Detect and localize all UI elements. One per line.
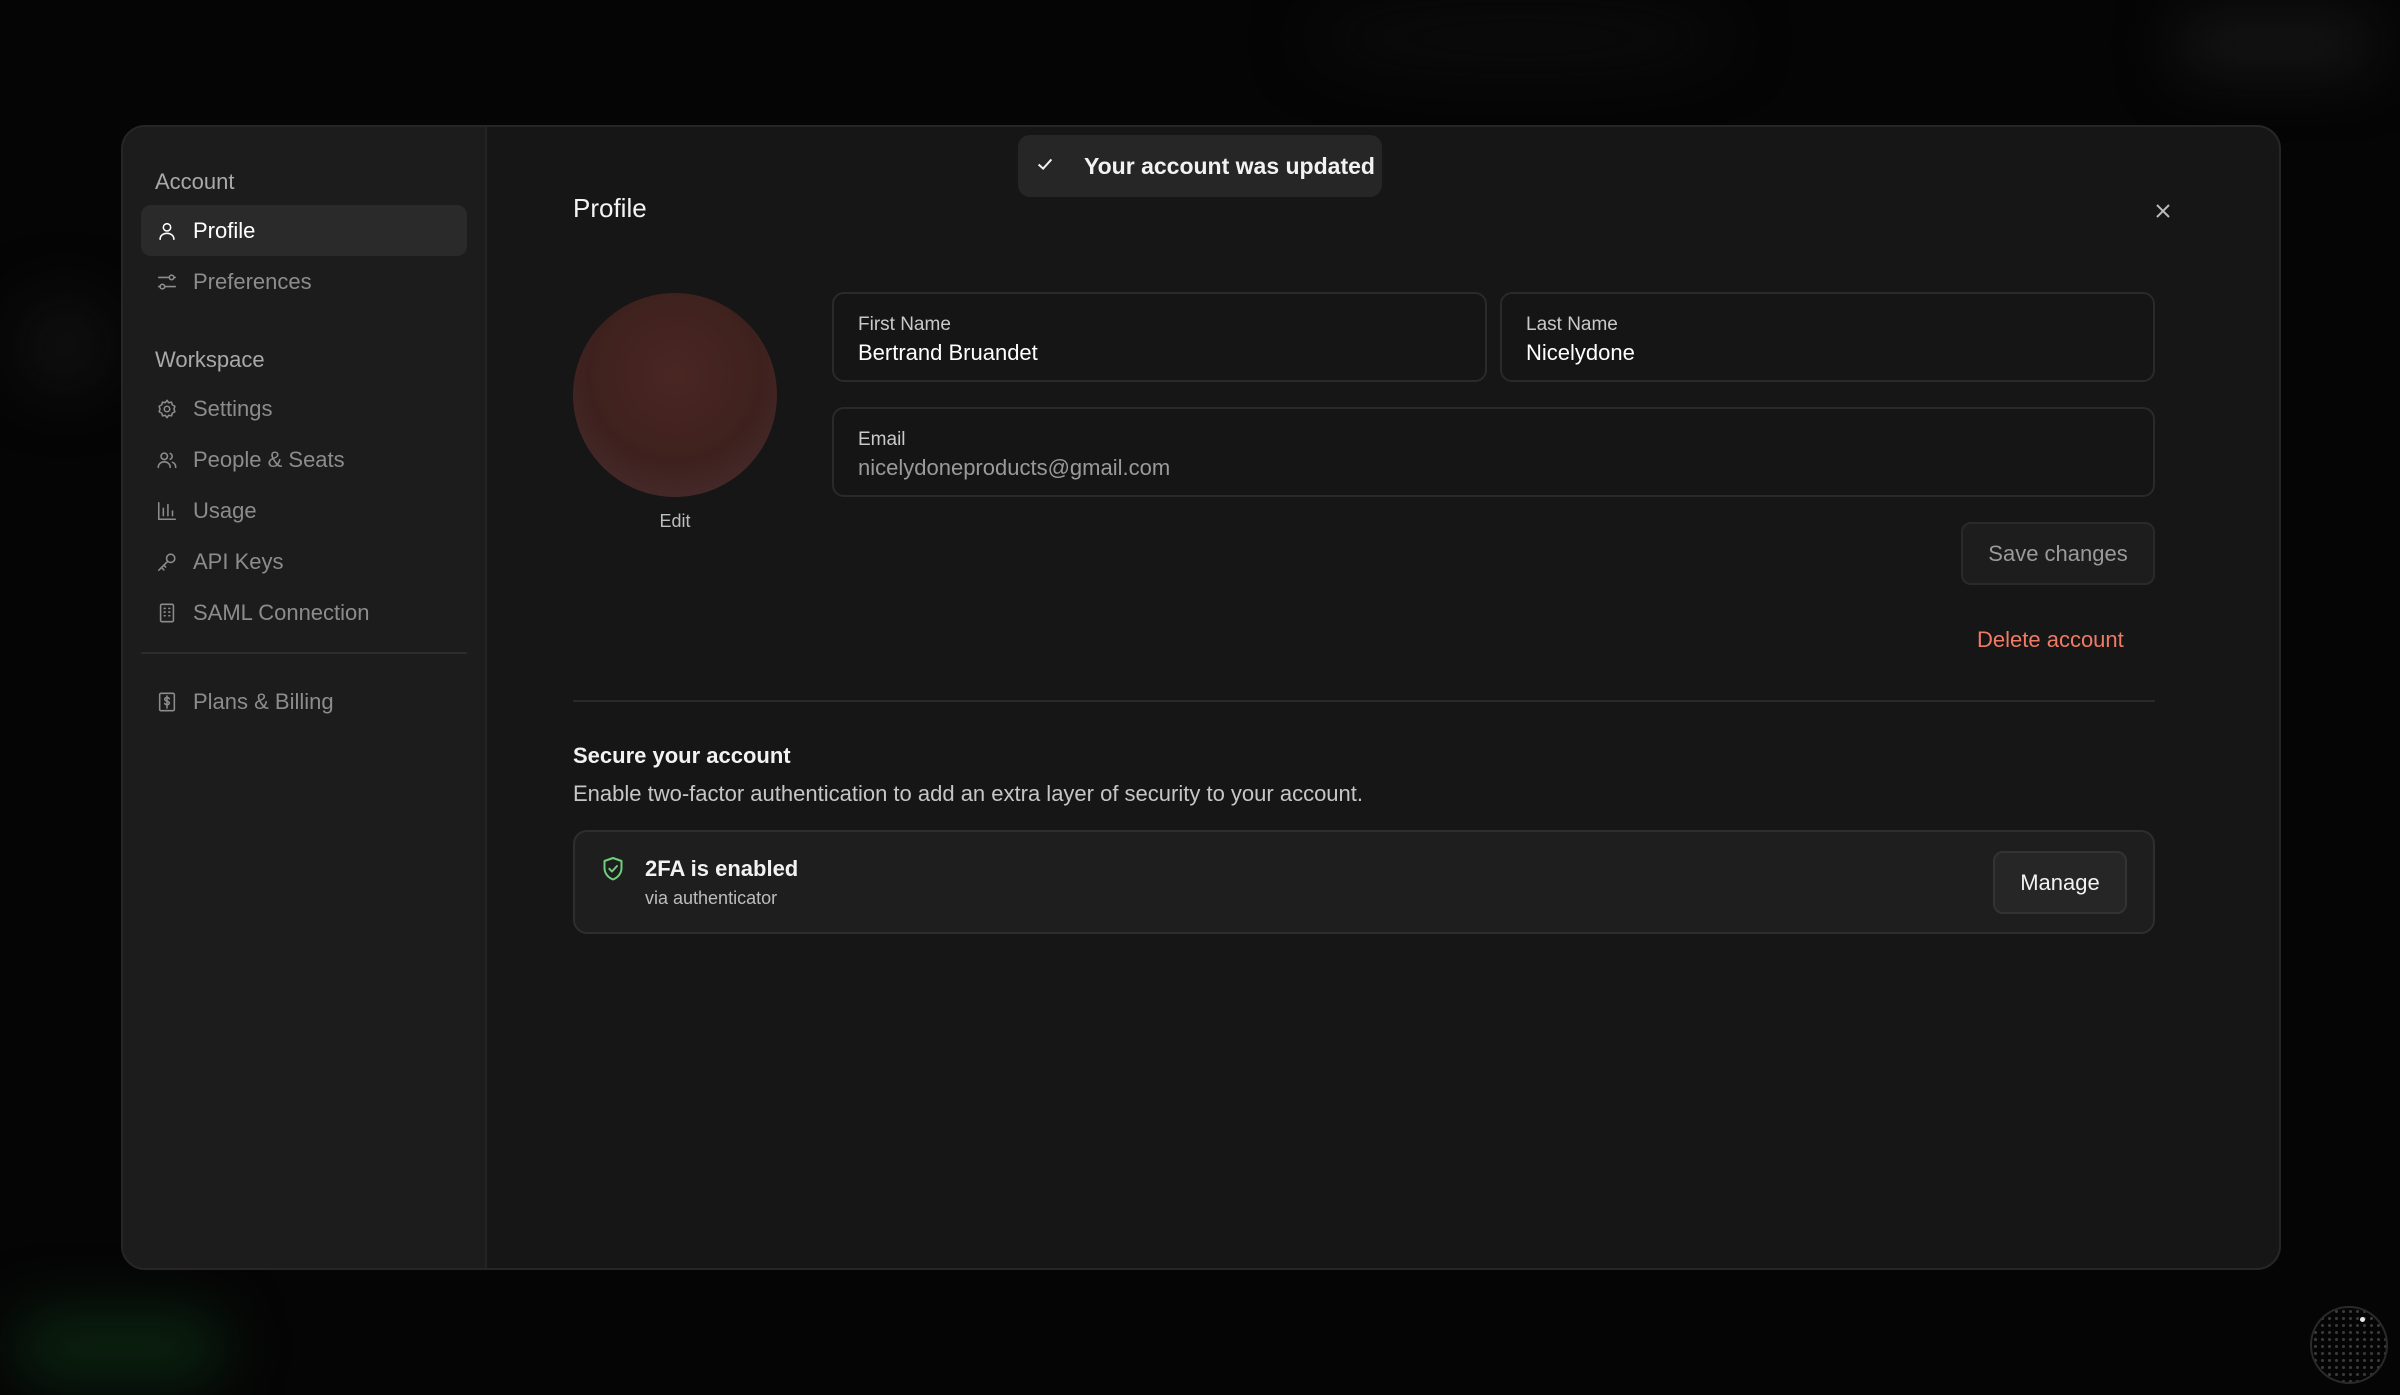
toast-message: Your account was updated <box>1084 152 1375 179</box>
first-name-field[interactable]: First Name <box>832 292 1487 382</box>
last-name-input[interactable] <box>1526 340 2122 366</box>
sidebar-item-label: Settings <box>193 395 273 421</box>
success-toast: Your account was updated <box>1018 135 1382 197</box>
email-field[interactable]: Email <box>832 407 2155 497</box>
check-icon <box>1034 153 1060 179</box>
twofa-status-title: 2FA is enabled <box>645 856 799 881</box>
sidebar-item-preferences[interactable]: Preferences <box>141 256 467 307</box>
key-icon <box>155 550 179 574</box>
sidebar-item-label: Usage <box>193 497 257 523</box>
notification-dot <box>2360 1317 2365 1322</box>
last-name-label: Last Name <box>1526 314 1618 335</box>
user-icon <box>155 219 179 243</box>
close-icon <box>2156 204 2170 218</box>
sidebar-item-label: Plans & Billing <box>193 688 334 714</box>
users-icon <box>155 448 179 472</box>
twofa-status-subtitle: via authenticator <box>645 888 778 908</box>
sidebar-item-label: Preferences <box>193 268 312 294</box>
bar-chart-icon <box>155 499 179 523</box>
email-input[interactable] <box>858 455 2089 481</box>
manage-2fa-button[interactable]: Manage <box>1993 851 2127 914</box>
sidebar-item-label: People & Seats <box>193 446 345 472</box>
dollar-receipt-icon <box>155 690 179 714</box>
delete-account-button[interactable]: Delete account <box>1977 627 2124 653</box>
gear-icon <box>155 397 179 421</box>
section-divider <box>573 700 2155 702</box>
first-name-input[interactable] <box>858 340 1454 366</box>
sidebar-item-settings[interactable]: Settings <box>141 383 467 434</box>
sidebar-item-label: Profile <box>193 217 256 243</box>
building-icon <box>155 601 179 625</box>
secure-account-title: Secure your account <box>573 743 791 768</box>
shield-check-icon <box>601 856 627 884</box>
background-blur <box>20 300 110 390</box>
background-blur <box>2180 18 2370 70</box>
secure-account-description: Enable two-factor authentication to add … <box>573 781 1364 806</box>
save-changes-button[interactable]: Save changes <box>1961 522 2155 585</box>
settings-sidebar: Account Profile Preferences Workspace Se… <box>123 127 487 1268</box>
background-blur <box>20 1315 220 1379</box>
close-button[interactable] <box>2146 194 2180 228</box>
background-blur <box>1310 8 1730 68</box>
sidebar-item-usage[interactable]: Usage <box>141 485 467 536</box>
sidebar-item-saml-connection[interactable]: SAML Connection <box>141 587 467 638</box>
avatar-edit-link[interactable]: Edit <box>573 511 777 532</box>
settings-modal: Account Profile Preferences Workspace Se… <box>121 125 2281 1270</box>
first-name-label: First Name <box>858 314 951 335</box>
email-label: Email <box>858 429 906 450</box>
sidebar-item-people-seats[interactable]: People & Seats <box>141 434 467 485</box>
help-widget-button[interactable] <box>2310 1306 2388 1384</box>
sidebar-item-profile[interactable]: Profile <box>141 205 467 256</box>
page-title: Profile <box>573 193 647 223</box>
sidebar-item-api-keys[interactable]: API Keys <box>141 536 467 587</box>
avatar[interactable] <box>573 293 777 497</box>
sidebar-divider <box>141 652 467 654</box>
last-name-field[interactable]: Last Name <box>1500 292 2155 382</box>
sidebar-item-label: SAML Connection <box>193 599 370 625</box>
twofa-status-card: 2FA is enabled via authenticator Manage <box>573 830 2155 934</box>
profile-panel: Profile Edit First Name Last Name Email … <box>487 127 2279 1268</box>
sliders-icon <box>155 270 179 294</box>
sidebar-item-label: API Keys <box>193 548 284 574</box>
section-title-account: Account <box>155 169 235 194</box>
sidebar-item-plans-billing[interactable]: Plans & Billing <box>141 676 467 727</box>
section-title-workspace: Workspace <box>155 347 265 372</box>
